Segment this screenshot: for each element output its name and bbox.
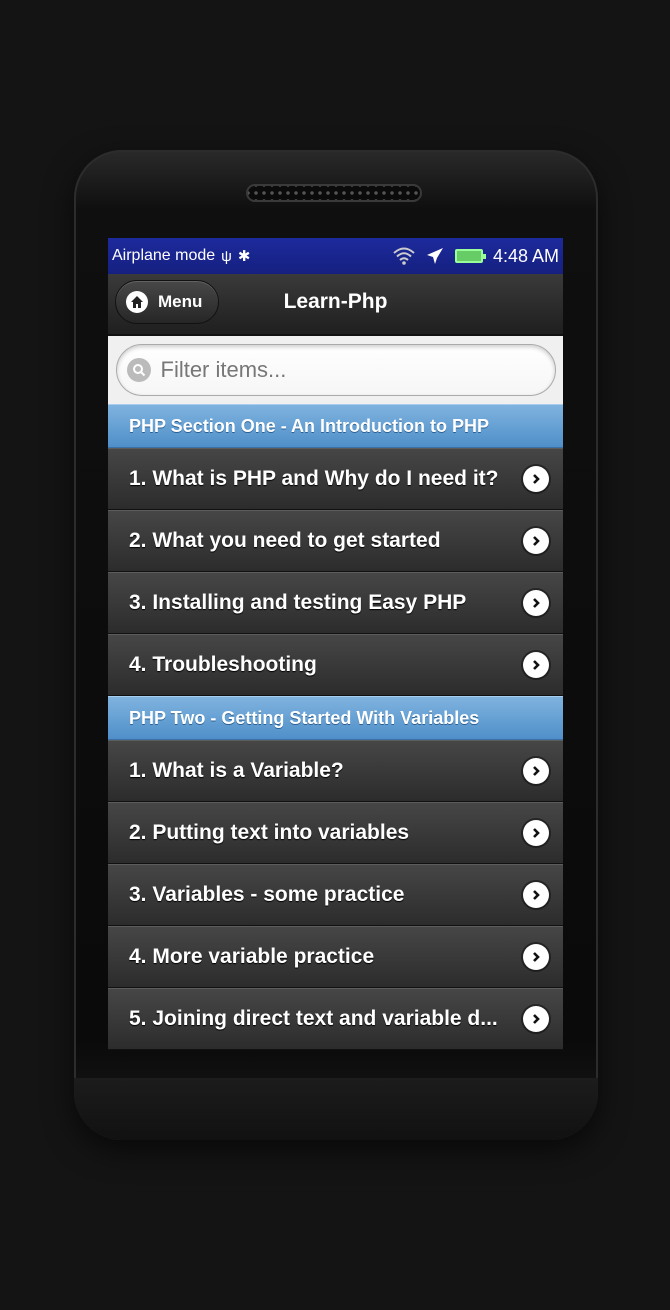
list-divider: PHP Two - Getting Started With Variables [108, 696, 563, 740]
chevron-right-icon [523, 820, 549, 846]
list-item-label: 3. Installing and testing Easy PHP [129, 591, 467, 614]
chevron-right-icon [523, 652, 549, 678]
menu-label: Menu [158, 292, 203, 311]
speaker-grille [246, 184, 422, 202]
menu-button[interactable]: Menu [115, 280, 219, 324]
search-icon [126, 358, 151, 382]
status-time: 4:48 AM [492, 245, 559, 266]
status-mode-label: Airplane mode [112, 247, 216, 264]
chevron-right-icon [523, 466, 549, 492]
android-debug-icon: ✱ [237, 248, 251, 265]
filter-input[interactable] [158, 356, 543, 384]
list-item-label: 1. What is PHP and Why do I need it? [129, 467, 499, 490]
phone-chin [74, 1078, 598, 1140]
list-item[interactable]: 1. What is PHP and Why do I need it? [108, 448, 563, 510]
chevron-right-icon [523, 944, 549, 970]
chevron-right-icon [523, 882, 549, 908]
list-item-label: 5. Joining direct text and variable d... [129, 1007, 498, 1030]
chevron-right-icon [523, 758, 549, 784]
list-item[interactable]: 2. Putting text into variables [108, 802, 563, 864]
list-section-2: PHP Two - Getting Started With Variables… [108, 696, 563, 1050]
list-item-label: 4. More variable practice [129, 945, 375, 968]
list-item-label: 2. Putting text into variables [129, 821, 410, 844]
list-item[interactable]: 5. Joining direct text and variable d... [108, 988, 563, 1050]
status-bar: Airplane mode ψ ✱ 4:48 AM [108, 238, 563, 274]
list-item-label: 2. What you need to get started [129, 529, 441, 552]
wifi-icon [393, 247, 415, 265]
list-item[interactable]: 3. Installing and testing Easy PHP [108, 572, 563, 634]
chevron-right-icon [523, 590, 549, 616]
battery-charging-icon [454, 249, 486, 263]
filter-field[interactable] [115, 344, 556, 396]
list-item[interactable]: 4. Troubleshooting [108, 634, 563, 696]
list-item-label: 4. Troubleshooting [129, 653, 317, 676]
chevron-right-icon [523, 1006, 549, 1032]
list-section-1: PHP Section One - An Introduction to PHP… [108, 404, 563, 696]
list-item[interactable]: 3. Variables - some practice [108, 864, 563, 926]
list-item-label: 3. Variables - some practice [129, 883, 405, 906]
list-item[interactable]: 4. More variable practice [108, 926, 563, 988]
list-divider: PHP Section One - An Introduction to PHP [108, 404, 563, 448]
list-item[interactable]: 1. What is a Variable? [108, 740, 563, 802]
list-item[interactable]: 2. What you need to get started [108, 510, 563, 572]
app-header: Learn-Php Menu [108, 274, 563, 336]
chevron-right-icon [523, 528, 549, 554]
home-icon [126, 291, 148, 313]
list-item-label: 1. What is a Variable? [129, 759, 344, 782]
usb-icon: ψ [221, 247, 232, 265]
airplane-icon [426, 248, 443, 264]
filter-bar [108, 336, 563, 404]
app-screen: Airplane mode ψ ✱ 4:48 AM Learn-Php Menu [108, 238, 563, 1050]
